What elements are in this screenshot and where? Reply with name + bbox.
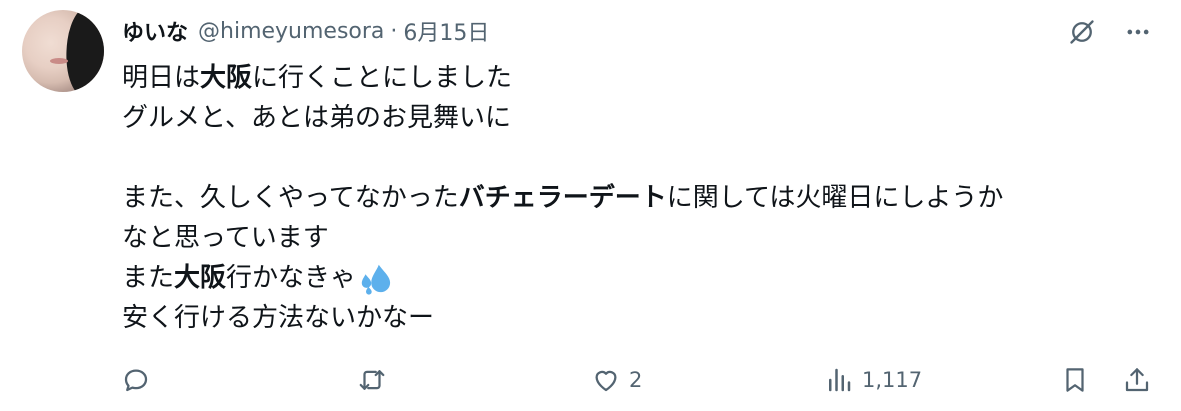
tweet-line: 安く行ける方法ないかなー <box>122 298 1162 338</box>
bookmark-button[interactable] <box>1060 360 1090 400</box>
bold-text: 大阪 <box>200 63 253 93</box>
tweet-text-segment: に行くことにしました <box>252 63 513 93</box>
tweet-line: なと思っています <box>122 218 1162 258</box>
tweet-text-segment: なと思っています <box>122 223 329 253</box>
tweet-text-segment: 行かなきゃ <box>226 263 357 293</box>
tweet-text-segment: また <box>122 263 175 293</box>
bold-text: バチェラーデート <box>458 183 667 213</box>
avatar-lip <box>50 58 68 64</box>
header-separator: · <box>390 18 398 44</box>
tweet-text-segment: に関しては火曜日にしようか <box>666 183 1004 213</box>
tweet-text-segment: 安く行ける方法ないかなー <box>122 303 435 333</box>
author-name[interactable]: ゆいな <box>122 15 188 47</box>
grok-icon[interactable] <box>1066 16 1098 48</box>
tweet-text-segment: グルメと、あとは弟のお見舞いに <box>122 103 511 133</box>
tweet-text-segment: 明日は <box>122 63 201 93</box>
more-options-icon[interactable] <box>1122 16 1154 48</box>
heart-icon <box>595 370 617 392</box>
tweet-line: 明日は 大阪 に行くことにしました <box>122 58 1162 98</box>
like-count: 2 <box>629 368 643 392</box>
retweet-button[interactable] <box>357 360 395 400</box>
tweet-text-segment: また、久しくやってなかった <box>122 183 459 213</box>
avatar-hair <box>59 10 104 92</box>
bookmark-icon <box>1066 368 1084 392</box>
bold-text: 大阪 <box>174 263 227 293</box>
reply-icon <box>124 369 148 392</box>
like-button[interactable]: 2 <box>591 360 642 400</box>
tweet-line: また、久しくやってなかった バチェラーデート に関しては火曜日にしようか <box>122 178 1162 218</box>
views-count: 1,117 <box>862 368 923 392</box>
share-icon <box>1125 368 1149 392</box>
action-bar: 2 1,117 <box>0 360 1181 400</box>
tweet-header: ゆいな @himeyumesora · 6月15日 <box>122 14 489 48</box>
tweet-line: グルメと、あとは弟のお見舞いに <box>122 98 1162 138</box>
share-button[interactable] <box>1122 360 1152 400</box>
views-icon <box>829 368 851 392</box>
avatar[interactable] <box>22 10 104 92</box>
tweet-line: また 大阪 行かなきゃ <box>122 258 1162 298</box>
sweat-droplets-icon <box>358 261 392 295</box>
tweet-line <box>122 138 1162 178</box>
reply-button[interactable] <box>121 360 159 400</box>
author-handle[interactable]: @himeyumesora <box>198 19 384 44</box>
tweet-date[interactable]: 6月15日 <box>403 15 489 47</box>
views-button[interactable]: 1,117 <box>824 360 922 400</box>
tweet-text: 明日は 大阪 に行くことにしました グルメと、あとは弟のお見舞いに また、久しくやってな… <box>122 58 1162 338</box>
retweet-icon <box>359 370 385 390</box>
